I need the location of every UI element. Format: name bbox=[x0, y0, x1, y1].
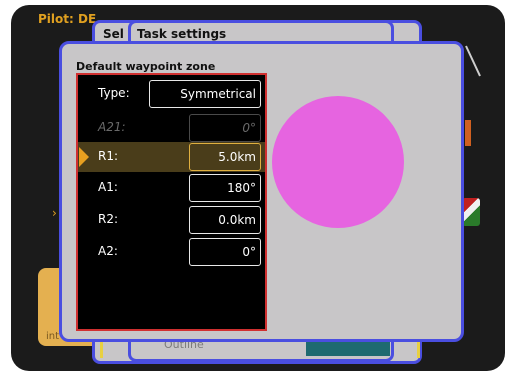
flag-icon bbox=[462, 198, 480, 226]
field-label: A2: bbox=[98, 244, 118, 258]
a21-input: 0° bbox=[189, 114, 261, 142]
a2-input[interactable]: 0° bbox=[189, 238, 261, 266]
waypoint-zone-dialog: Default waypoint zone Type: Symmetrical … bbox=[59, 41, 464, 342]
zone-fields-panel: Type: Symmetrical A21: 0° R1: 5.0km A1: … bbox=[76, 73, 267, 331]
zone-circle bbox=[272, 96, 404, 228]
background-indicator bbox=[465, 120, 471, 146]
field-row-a1[interactable]: A1: 180° bbox=[78, 173, 265, 203]
field-label: R1: bbox=[98, 149, 119, 163]
field-label: R2: bbox=[98, 212, 119, 226]
dialog-title: Default waypoint zone bbox=[76, 60, 216, 73]
field-label: A1: bbox=[98, 180, 118, 194]
field-label: A21: bbox=[98, 120, 126, 134]
zone-preview bbox=[272, 96, 404, 228]
field-row-a21: A21: 0° bbox=[78, 113, 265, 143]
field-row-type[interactable]: Type: Symmetrical bbox=[78, 79, 265, 109]
type-select[interactable]: Symmetrical bbox=[149, 80, 261, 108]
selection-arrow-icon bbox=[79, 147, 89, 167]
pilot-label: Pilot: DE bbox=[38, 12, 97, 26]
chevron-icon: › bbox=[52, 206, 57, 220]
field-row-r2[interactable]: R2: 0.0km bbox=[78, 205, 265, 235]
background-dialog-title: Sel bbox=[103, 27, 124, 41]
r2-input[interactable]: 0.0km bbox=[189, 206, 261, 234]
background-line-icon bbox=[465, 45, 481, 77]
field-row-r1[interactable]: R1: 5.0km bbox=[78, 142, 265, 172]
r1-input[interactable]: 5.0km bbox=[189, 143, 261, 171]
background-tile-label: int bbox=[46, 331, 60, 342]
task-settings-title: Task settings bbox=[137, 27, 227, 41]
field-row-a2[interactable]: A2: 0° bbox=[78, 237, 265, 267]
a1-input[interactable]: 180° bbox=[189, 174, 261, 202]
field-label: Type: bbox=[98, 86, 130, 100]
